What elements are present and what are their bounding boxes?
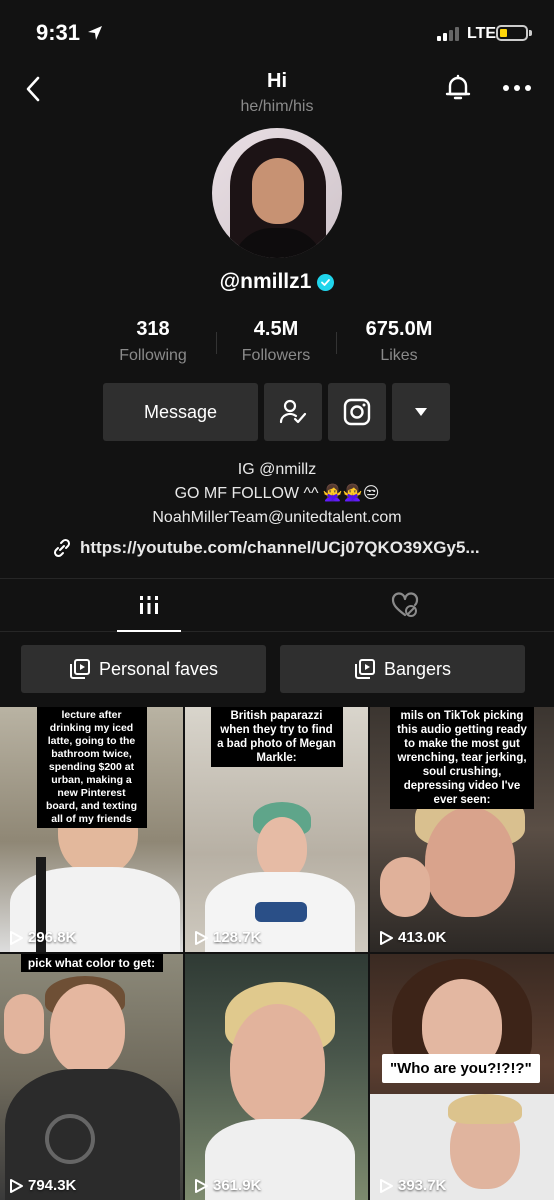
video-caption: British paparazzi when they try to find … <box>210 707 343 767</box>
play-icon <box>195 930 208 945</box>
following-status-button[interactable] <box>264 383 322 441</box>
followers-count: 4.5M <box>253 318 299 340</box>
user-check-icon <box>279 399 307 424</box>
play-icon <box>10 930 23 945</box>
video-grid: lecture after drinking my iced latte, go… <box>0 707 554 1200</box>
instagram-button[interactable] <box>328 383 386 441</box>
video-thumbnail[interactable]: 361.9K <box>185 954 368 1200</box>
bio-line: NoahMillerTeam@unitedtalent.com <box>152 509 402 526</box>
status-time: 9:31 <box>36 20 81 45</box>
status-bar: 9:31 LTE <box>0 0 554 68</box>
view-count-text: 393.7K <box>398 1177 447 1194</box>
video-caption: lecture after drinking my iced latte, go… <box>36 707 147 828</box>
verified-badge-icon <box>317 273 335 291</box>
username-text: @nmillz1 <box>219 270 312 293</box>
view-count-text: 413.0K <box>398 929 447 946</box>
view-count: 296.8K <box>8 929 76 946</box>
view-count-text: 296.8K <box>28 929 77 946</box>
view-count: 413.0K <box>378 929 446 946</box>
battery-icon <box>496 25 532 41</box>
play-icon <box>195 1178 208 1193</box>
playlist-bangers[interactable]: Bangers <box>280 645 525 693</box>
playlist-personal-faves[interactable]: Personal faves <box>21 645 266 693</box>
stat-likes[interactable]: 675.0M Likes <box>344 318 454 365</box>
playlist-icon <box>354 659 375 679</box>
network-label: LTE <box>467 25 497 42</box>
stat-following[interactable]: 318 Following <box>103 318 203 365</box>
link-icon <box>53 538 71 558</box>
bio-link[interactable]: https://youtube.com/channel/UCj07QKO39XG… <box>52 538 480 558</box>
bio-line: GO MF FOLLOW ^^ 🙅‍♀️🙅‍♀️😒 <box>174 485 380 502</box>
video-caption: mils on TikTok picking this audio gettin… <box>390 707 534 809</box>
tab-videos[interactable] <box>117 579 181 631</box>
play-icon <box>380 1178 393 1193</box>
hidden-heart-icon <box>391 592 419 617</box>
signal-strength-icon <box>437 27 459 41</box>
view-count: 393.7K <box>378 1177 446 1194</box>
bell-icon[interactable] <box>442 72 474 104</box>
followers-label: Followers <box>241 347 311 364</box>
video-thumbnail[interactable]: lecture after drinking my iced latte, go… <box>0 707 183 952</box>
view-count: 794.3K <box>8 1177 76 1194</box>
following-label: Following <box>119 347 187 364</box>
video-thumbnail[interactable]: British paparazzi when they try to find … <box>185 707 368 952</box>
playlist-label: Personal faves <box>98 658 219 679</box>
video-thumbnail[interactable]: "Who are you?!?!?" 393.7K <box>370 954 554 1200</box>
username: @nmillz1 <box>0 270 554 294</box>
view-count-text: 794.3K <box>28 1177 77 1194</box>
stat-followers[interactable]: 4.5M Followers <box>226 318 326 365</box>
following-count: 318 <box>136 318 170 340</box>
quote-overlay: "Who are you?!?!?" <box>382 1054 540 1083</box>
profile-tabs <box>0 578 554 632</box>
avatar[interactable] <box>212 128 342 258</box>
view-count-text: 128.7K <box>213 929 262 946</box>
suggested-accounts-button[interactable] <box>392 383 450 441</box>
video-caption: pick what color to get: <box>20 954 163 972</box>
caret-down-icon <box>415 408 427 416</box>
bio-line: IG @nmillz <box>237 461 317 478</box>
view-count: 128.7K <box>193 929 261 946</box>
video-thumbnail[interactable]: pick what color to get: 794.3K <box>0 954 183 1200</box>
view-count: 361.9K <box>193 1177 261 1194</box>
message-button[interactable]: Message <box>103 383 258 441</box>
bio-link-text[interactable]: https://youtube.com/channel/UCj07QKO39XG… <box>80 538 480 558</box>
stats-divider <box>336 332 337 354</box>
bio: IG @nmillz GO MF FOLLOW ^^ 🙅‍♀️🙅‍♀️😒 Noa… <box>0 458 554 530</box>
stats-divider <box>216 332 217 354</box>
video-thumbnail[interactable]: mils on TikTok picking this audio gettin… <box>370 707 554 952</box>
active-tab-indicator <box>117 630 181 632</box>
instagram-icon <box>343 398 371 426</box>
likes-label: Likes <box>380 347 418 364</box>
tab-liked[interactable] <box>373 579 437 631</box>
playlist-icon <box>69 659 90 679</box>
playlist-label: Bangers <box>383 658 452 679</box>
location-arrow-icon <box>88 26 102 40</box>
likes-count: 675.0M <box>365 318 433 340</box>
more-options-icon[interactable] <box>500 78 534 98</box>
play-icon <box>380 930 393 945</box>
profile-stats: 318 Following 4.5M Followers 675.0M Like… <box>0 318 554 370</box>
grid-icon <box>140 596 158 614</box>
view-count-text: 361.9K <box>213 1177 262 1194</box>
play-icon <box>10 1178 23 1193</box>
